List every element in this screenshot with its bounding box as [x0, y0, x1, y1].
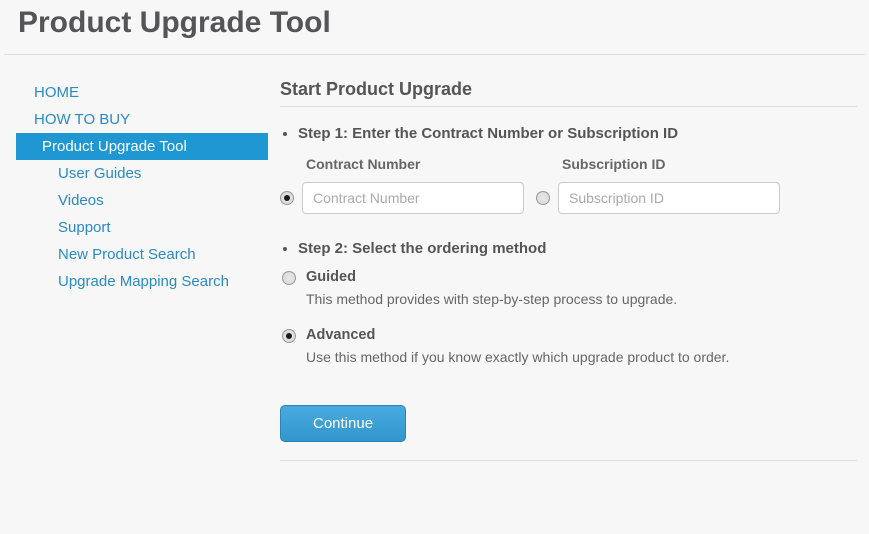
sidebar-item-upgrade-mapping-search[interactable]: Upgrade Mapping Search [20, 268, 280, 295]
method-guided[interactable]: Guided This method provides with step-by… [282, 271, 861, 307]
section-heading: Start Product Upgrade [280, 79, 857, 107]
guided-name: Guided [306, 269, 677, 285]
main-content: Start Product Upgrade Step 1: Enter the … [280, 79, 869, 461]
page-title: Product Upgrade Tool [0, 0, 869, 54]
method-advanced[interactable]: Advanced Use this method if you know exa… [282, 329, 861, 365]
advanced-desc: Use this method if you know exactly whic… [306, 349, 729, 365]
guided-radio[interactable] [282, 271, 296, 285]
subscription-radio[interactable] [536, 191, 550, 205]
advanced-name: Advanced [306, 327, 729, 343]
subscription-label: Subscription ID [560, 156, 780, 172]
sidebar-item-videos[interactable]: Videos [20, 187, 280, 214]
contract-radio[interactable] [280, 191, 294, 205]
sidebar-item-product-upgrade-tool[interactable]: Product Upgrade Tool [16, 133, 268, 160]
continue-button[interactable]: Continue [280, 405, 406, 442]
advanced-text: Advanced Use this method if you know exa… [306, 327, 729, 365]
contract-group: Contract Number [280, 156, 524, 214]
main-container: HOME HOW TO BUY Product Upgrade Tool Use… [0, 55, 869, 461]
subscription-input[interactable] [558, 182, 780, 214]
bottom-divider [280, 460, 857, 461]
sidebar-item-new-product-search[interactable]: New Product Search [20, 241, 280, 268]
sidebar-item-user-guides[interactable]: User Guides [20, 160, 280, 187]
sidebar-item-how-to-buy[interactable]: HOW TO BUY [20, 106, 280, 133]
contract-label: Contract Number [304, 156, 524, 172]
guided-desc: This method provides with step-by-step p… [306, 291, 677, 307]
sidebar-item-support[interactable]: Support [20, 214, 280, 241]
guided-text: Guided This method provides with step-by… [306, 269, 677, 307]
step-2-heading: Step 2: Select the ordering method [298, 240, 861, 257]
inputs-row: Contract Number Subscription ID [280, 156, 861, 214]
advanced-radio[interactable] [282, 329, 296, 343]
contract-input[interactable] [302, 182, 524, 214]
subscription-group: Subscription ID [536, 156, 780, 214]
sidebar-item-home[interactable]: HOME [20, 79, 280, 106]
sidebar: HOME HOW TO BUY Product Upgrade Tool Use… [0, 79, 280, 461]
step-1-heading: Step 1: Enter the Contract Number or Sub… [298, 125, 861, 142]
